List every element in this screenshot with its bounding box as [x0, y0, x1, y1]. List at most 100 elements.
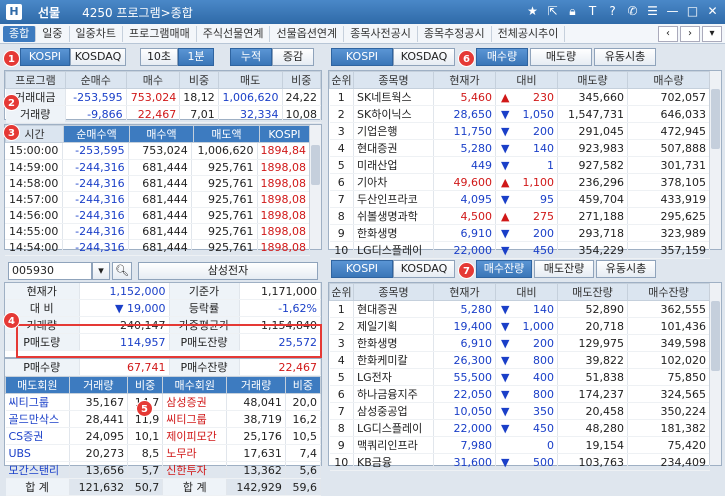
table-row[interactable]: 5 LG전자 55,500 ▼ 400 51,838 75,850	[329, 368, 710, 386]
table-cell: 20,273	[69, 444, 129, 462]
table-row[interactable]: 8 LG디스플레이 22,000 ▼ 450 48,280 181,382	[329, 419, 710, 437]
table-row[interactable]: 7 두산인프라코 4,095 ▼ 95 459,704 433,919	[329, 190, 710, 208]
link-icon[interactable]: ⇱	[544, 3, 561, 20]
col-header: 순매수	[64, 71, 127, 89]
table-cell: 1898,08	[257, 239, 310, 256]
rank1-kosdaq-button[interactable]: KOSDAQ	[393, 48, 455, 66]
help-icon[interactable]: ?	[604, 3, 621, 20]
table-cell: 22,000	[433, 241, 496, 259]
table-cell: 20,0	[285, 393, 322, 411]
10sec-button[interactable]: 10초	[140, 48, 178, 66]
scroll-thumb[interactable]	[711, 301, 720, 371]
tab-est-disclosure[interactable]: 종목추정공시	[418, 25, 492, 42]
tab-next-icon[interactable]: ›	[680, 26, 700, 42]
text-icon[interactable]: T	[584, 3, 601, 20]
rank2-float-cap-button[interactable]: 유동시총	[596, 260, 656, 278]
tab-summary[interactable]: 종합	[3, 25, 37, 42]
tab-stock-futures[interactable]: 주식선물연계	[197, 25, 271, 42]
rank1-float-cap-button[interactable]: 유동시총	[594, 48, 656, 66]
table-row[interactable]: 3 한화생명 6,910 ▼ 200 129,975 349,598	[329, 334, 710, 352]
table-row[interactable]: 5 미래산업 449 ▼ 1 927,582 301,731	[329, 156, 710, 174]
phone-icon[interactable]: ✆	[624, 3, 641, 20]
rank2-buy-remain-button[interactable]: 매수잔량	[476, 260, 532, 278]
badge-1: 1	[3, 50, 20, 67]
table-row[interactable]: 10 LG디스플레이 22,000 ▼ 450 354,229 357,159	[329, 241, 710, 259]
rank2-table: 순위 종목명 현재가 대비 매도잔량 매수잔량 1 현대증권 5,280 ▼ 140 52,890 36…	[329, 283, 710, 471]
market-label: 선물	[38, 5, 61, 20]
table-row[interactable]: 14:55:00 -244,316 681,444 925,761 1898,08	[5, 223, 310, 240]
dropdown-icon[interactable]: ▾	[92, 262, 110, 280]
tab-pre-disclosure[interactable]: 종목사전공시	[344, 25, 418, 42]
table-row[interactable]: 3 기업은행 11,750 ▼ 200 291,045 472,945	[329, 122, 710, 140]
rank2-kospi-button[interactable]: KOSPI	[331, 260, 393, 278]
program-summary-panel: 프로그램 순매수 매수 비중 매도 비중 거래대금 -253,595 753,0…	[4, 70, 322, 123]
table-row[interactable]: 씨티그룹35,16714,7삼성증권48,04120,0	[5, 393, 322, 411]
table-row[interactable]: 1 SK네트웍스 5,460 ▲ 230 345,660 702,057	[329, 88, 710, 106]
tab-intraday[interactable]: 일중	[36, 25, 70, 42]
table-row[interactable]: 2 제일기획 19,400 ▼ 1,000 20,718 101,436	[329, 317, 710, 335]
kospi-button[interactable]: KOSPI	[20, 48, 70, 66]
search-icon[interactable]: 🔍︎	[112, 262, 132, 280]
lock-icon[interactable]: 🔒︎	[564, 3, 581, 20]
tab-program-trading[interactable]: 프로그램매매	[123, 25, 197, 42]
stock-code-input[interactable]: 005930	[8, 262, 92, 280]
table-row[interactable]: 15:00:00 -253,595 753,024 1,006,620 1894,84	[5, 143, 310, 160]
change-button[interactable]: 증감	[272, 48, 314, 66]
table-row[interactable]: 4 현대증권 5,280 ▼ 140 923,983 507,888	[329, 139, 710, 157]
table-row[interactable]: 모간스탠리 13,656 5,7 신한투자 13,362 5,6	[5, 461, 322, 479]
rank1-scrollbar[interactable]	[709, 71, 721, 249]
table-row[interactable]: 8 쉬볼생명과학 4,500 ▲ 275 271,188 295,625	[329, 207, 710, 225]
table-cell: 681,444	[128, 175, 192, 192]
table-cell: 쉬볼생명과학	[353, 207, 434, 225]
time-series-body: 15:00:00 -253,595 753,024 1,006,620 1894,84 1…	[5, 143, 310, 256]
table-row[interactable]: 7 삼성중공업 10,050 ▼ 350 20,458 350,224	[329, 402, 710, 420]
table-row[interactable]: 14:57:00 -244,316 681,444 925,761 1898,08	[5, 191, 310, 208]
table-cell: 1	[329, 88, 354, 106]
minimize-icon[interactable]: —	[664, 3, 681, 20]
table-row[interactable]: 14:58:00 -244,316 681,444 925,761 1898,08	[5, 175, 310, 192]
close-icon[interactable]: ✕	[704, 3, 721, 20]
col-header: 매수액	[129, 125, 194, 143]
table-row[interactable]: 1 현대증권 5,280 ▼ 140 52,890 362,555	[329, 300, 710, 318]
kosdaq-button[interactable]: KOSDAQ	[70, 48, 126, 66]
table-cell: 1	[329, 300, 354, 318]
table-row[interactable]: CS증권 24,095 10,1 제이피모간 25,176 10,5	[5, 427, 322, 445]
tab-list-icon[interactable]: ▾	[702, 26, 722, 42]
down-arrow-icon: ▼	[501, 302, 510, 316]
table-row[interactable]: 9 한화생명 6,910 ▼ 200 293,718 323,989	[329, 224, 710, 242]
table-row[interactable]: 6 하나금융지주 22,050 ▼ 800 174,237 324,565	[329, 385, 710, 403]
table-row[interactable]: 4 한화케미칼 26,300 ▼ 800 39,822 102,020	[329, 351, 710, 369]
table-row[interactable]: 골드만삭스 28,441 11,9 씨티그룹 38,719 16,2	[5, 410, 322, 428]
table-row[interactable]: 거래대금 -253,595 753,024 18,12 1,006,620 24…	[5, 88, 321, 106]
tab-prev-icon[interactable]: ‹	[658, 26, 678, 42]
scroll-thumb[interactable]	[711, 89, 720, 149]
tab-disclosure-trend[interactable]: 전체공시추이	[492, 25, 566, 42]
table-row[interactable]: 14:56:00 -244,316 681,444 925,761 1898,08	[5, 207, 310, 224]
table-cell: 129,975	[557, 334, 628, 352]
maximize-icon[interactable]: □	[684, 3, 701, 20]
table-row[interactable]: 10 KB금융 31,600 ▼ 500 103,763 234,409	[329, 453, 710, 471]
table-row[interactable]: 9 맥쿼리인프라 7,980 0 19,154 75,420	[329, 436, 710, 454]
table-row[interactable]: 6 기아차 49,600 ▲ 1,100 236,296 378,105	[329, 173, 710, 191]
cumulative-button[interactable]: 누적	[230, 48, 272, 66]
table-row[interactable]: 2 SK하이닉스 28,650 ▼ 1,050 1,547,731 646,033	[329, 105, 710, 123]
table-row[interactable]: 14:59:00 -244,316 681,444 925,761 1898,08	[5, 159, 310, 176]
1min-button[interactable]: 1분	[178, 48, 214, 66]
menu-icon[interactable]: ☰	[644, 3, 661, 20]
star-icon[interactable]: ★	[524, 3, 541, 20]
rank2-scrollbar[interactable]	[709, 283, 721, 465]
tab-intraday-chart[interactable]: 일중차트	[70, 25, 123, 42]
rank1-sell-volume-button[interactable]: 매도량	[530, 48, 592, 66]
table-row[interactable]: 14:54:00 -244,316 681,444 925,761 1898,08	[5, 239, 310, 256]
rank1-buy-volume-button[interactable]: 매수량	[476, 48, 528, 66]
table-cell: 925,761	[191, 191, 258, 208]
table-row[interactable]: UBS 20,273 8,5 노무라 17,631 7,4	[5, 444, 322, 462]
rank2-sell-remain-button[interactable]: 매도잔량	[534, 260, 594, 278]
col-header: 비중	[179, 71, 219, 89]
rank2-kosdaq-button[interactable]: KOSDAQ	[393, 260, 455, 278]
rank1-kospi-button[interactable]: KOSPI	[331, 48, 393, 66]
table-row[interactable]: 거래량 -9,866 22,467 7,01 32,334 10,08	[5, 105, 321, 123]
tab-futures-options[interactable]: 선물옵션연계	[270, 25, 345, 42]
time-series-scrollbar[interactable]	[309, 125, 321, 249]
scroll-thumb[interactable]	[311, 145, 320, 185]
